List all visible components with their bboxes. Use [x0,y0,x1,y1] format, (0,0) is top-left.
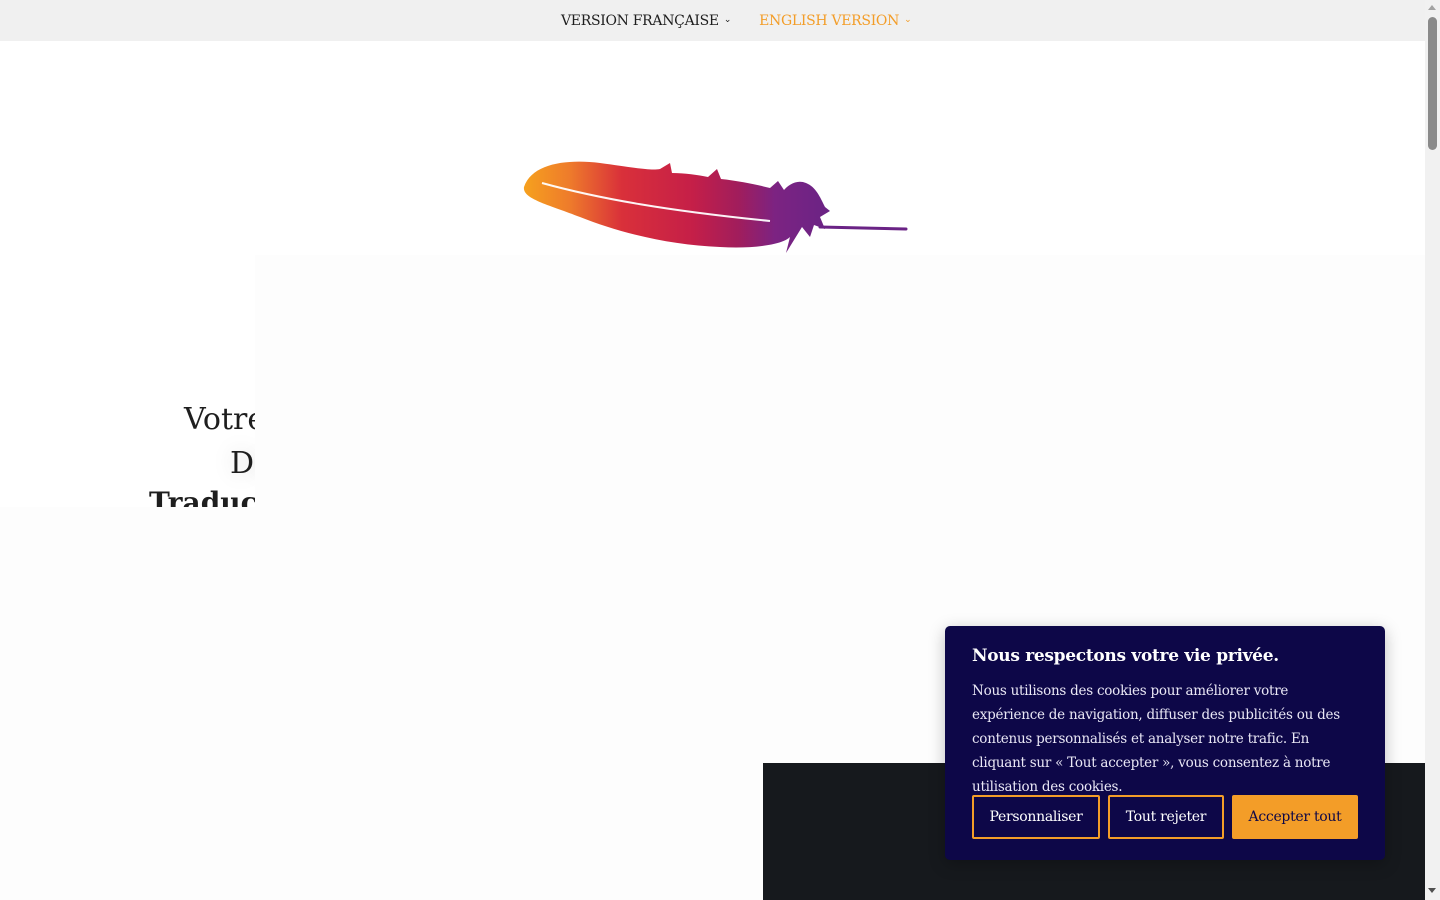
cookie-banner-text: Nous utilisons des cookies pour améliore… [972,683,1340,795]
reject-all-button[interactable]: Tout rejeter [1108,795,1224,839]
nav-item-english-version[interactable]: ENGLISH VERSION ⌄ [759,12,912,29]
nav-item-label: VERSION FRANÇAISE [561,12,719,29]
chevron-down-icon: ⌄ [904,14,912,25]
scrollbar-thumb[interactable] [1428,17,1437,150]
nav-item-version-francaise[interactable]: VERSION FRANÇAISE ⌄ [561,13,731,29]
feather-icon [523,161,908,253]
cookie-banner-title: Nous respectons votre vie privée. [972,646,1279,666]
cookie-button-group: Personnaliser Tout rejeter Accepter tout [972,795,1358,839]
customize-button[interactable]: Personnaliser [972,795,1100,839]
hero-title-line-1: Votre [184,402,255,437]
nav-item-label: ENGLISH VERSION [759,12,900,29]
vertical-scrollbar[interactable] [1425,0,1440,900]
hero-title-line-3: Traducti [149,486,255,507]
hero-title-line-2: De [230,446,255,481]
accept-all-button[interactable]: Accepter tout [1232,795,1358,839]
cookie-consent-banner: Nous respectons votre vie privée. Nous u… [945,626,1385,860]
scroll-up-arrow-icon[interactable] [1428,5,1436,10]
chevron-down-icon: ⌄ [723,14,732,25]
top-bar: VERSION FRANÇAISE ⌄ ENGLISH VERSION ⌄ [0,0,1425,41]
scroll-down-arrow-icon[interactable] [1428,888,1436,893]
language-nav: VERSION FRANÇAISE ⌄ ENGLISH VERSION ⌄ [561,0,912,41]
hero-title: Votre De Traducti [0,398,255,507]
